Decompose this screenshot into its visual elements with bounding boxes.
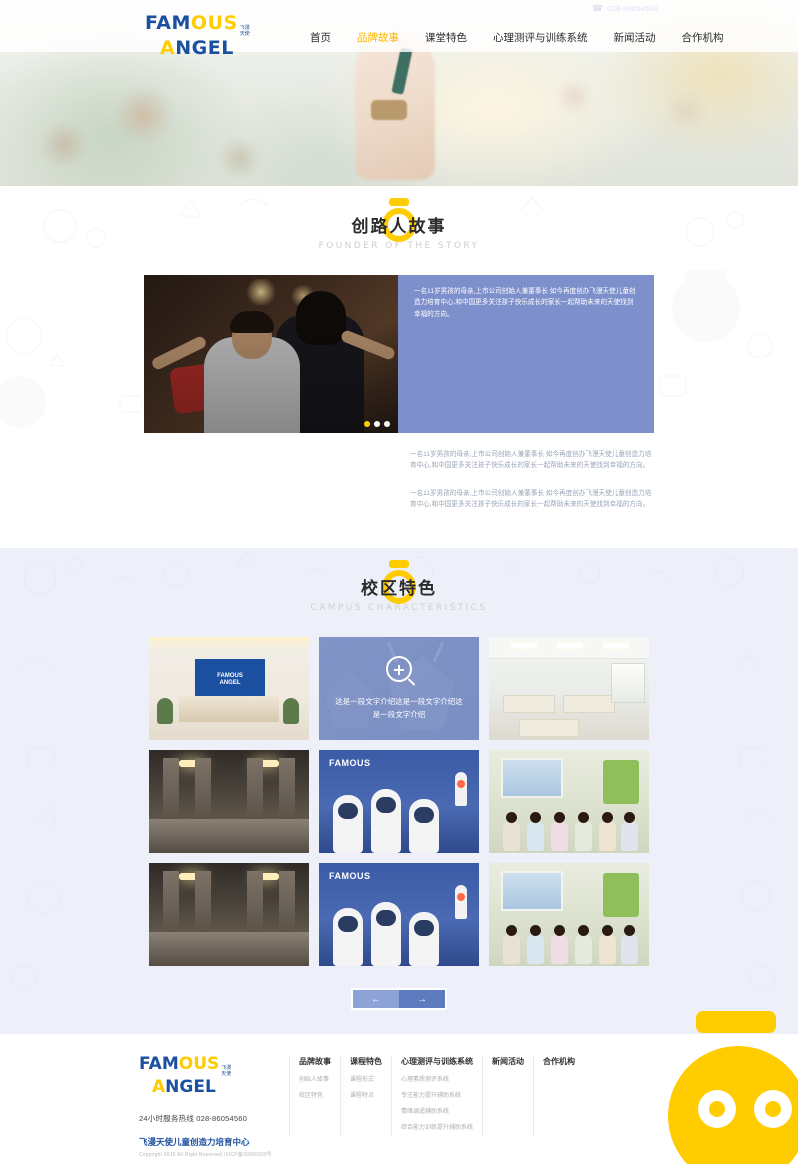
- nav-item-brand-story[interactable]: 品牌故事: [357, 30, 399, 45]
- founder-story-section: 创路人故事 FOUNDER OF THE STORY 一名11岁男孩的母亲,上市…: [0, 186, 798, 549]
- campus-cell-corridor[interactable]: [149, 750, 309, 854]
- footer-column-psych-system: 心理测评与训练系统 心理素质测评系统 专注能力提升辅助系统 情绪调适辅助系统 综…: [391, 1056, 482, 1137]
- footer-column-title[interactable]: 课程特色: [350, 1056, 382, 1067]
- footer-column-news: 新闻活动: [482, 1056, 533, 1137]
- footer-company-name: 飞漫天使儿童创造力培育中心: [139, 1136, 250, 1147]
- footer-logo-fam: FAM: [139, 1054, 179, 1075]
- story-paragraph-1: 一名11岁男孩的母亲,上市公司创始人兼董事长 如今再度创办飞漫天使儿童创造力培育…: [414, 288, 636, 318]
- nav-item-class-features[interactable]: 课堂特色: [425, 30, 467, 45]
- logo-fam: FAM: [145, 12, 191, 34]
- footer-logo[interactable]: FAM OUS 飞漫 天使 ANGEL: [139, 1056, 289, 1097]
- founder-photo[interactable]: [144, 275, 398, 433]
- hero-banner: ☎ 028-86054560 FAMOUS 飞漫天使 ANGEL 首页 品牌故事…: [0, 0, 798, 186]
- story-paragraph-2: 一名11岁男孩的母亲,上市公司创始人兼董事长 如今再度创办飞漫天使儿童创造力培育…: [410, 451, 652, 470]
- slider-dots[interactable]: [364, 421, 390, 427]
- campus-cell-corridor-2[interactable]: [149, 863, 309, 967]
- footer-logo-ngel: NGEL: [165, 1076, 216, 1097]
- footer-logo-triangle-a: A: [152, 1076, 166, 1097]
- story-subtitle: FOUNDER OF THE STORY: [318, 241, 480, 251]
- campus-cell-caption: 这是一段文字介绍这是一段文字介绍这是一段文字介绍: [335, 697, 463, 719]
- footer-brand: FAM OUS 飞漫 天使 ANGEL 24小时服务热线 028-86054560 …: [139, 1056, 289, 1158]
- campus-cell-hover-overlay[interactable]: 这是一段文字介绍这是一段文字介绍这是一段文字介绍: [319, 637, 479, 741]
- campus-subtitle: CAMPUS CHARACTERISTICS: [310, 603, 488, 614]
- pagination-next-button[interactable]: →: [399, 990, 445, 1009]
- footer-column-course-features: 课程特色 课程形式 课程特点: [340, 1056, 391, 1137]
- campus-cell-children-activity[interactable]: [489, 750, 649, 854]
- hero-watch-image: [371, 100, 407, 120]
- campus-cell-classroom[interactable]: [489, 637, 649, 741]
- footer-link[interactable]: 专注能力提升辅助系统: [401, 1090, 473, 1099]
- campus-pagination[interactable]: ← →: [351, 988, 447, 1011]
- footer-logo-ous: OUS: [178, 1054, 220, 1075]
- footer-column-title[interactable]: 心理测评与训练系统: [401, 1056, 473, 1067]
- footer-link[interactable]: 情绪调适辅助系统: [401, 1106, 473, 1115]
- story-section-heading: 创路人故事 FOUNDER OF THE STORY: [0, 186, 798, 251]
- slider-dot-3[interactable]: [384, 421, 390, 427]
- campus-cell-astronaut-wall-2[interactable]: FAMOUS: [319, 863, 479, 967]
- nav-item-psych-system[interactable]: 心理测评与训练系统: [493, 30, 588, 45]
- campus-characteristics-section: 校区特色 CAMPUS CHARACTERISTICS FAMOUS ANGEL …: [0, 548, 798, 1035]
- campus-cell-astronaut-wall[interactable]: FAMOUS: [319, 750, 479, 854]
- site-logo[interactable]: FAM OUS 飞漫 天使 ANGEL: [145, 14, 255, 59]
- slider-dot-1[interactable]: [364, 421, 370, 427]
- logo-chinese-sub: 飞漫 天使: [239, 25, 250, 37]
- footer-link[interactable]: 创始人故事: [299, 1074, 331, 1083]
- campus-cell-children-activity-2[interactable]: [489, 863, 649, 967]
- footer-link[interactable]: 综合能力训练提升辅助系统: [401, 1122, 473, 1131]
- story-title: 创路人故事: [351, 217, 447, 236]
- footer-link[interactable]: 课程形式: [350, 1074, 382, 1083]
- footer-column-title[interactable]: 合作机构: [543, 1056, 575, 1067]
- magnifier-plus-icon: [386, 656, 416, 687]
- footer-link[interactable]: 校区特色: [299, 1090, 331, 1099]
- campus-section-heading: 校区特色 CAMPUS CHARACTERISTICS: [0, 548, 798, 613]
- campus-title: 校区特色: [361, 579, 437, 599]
- story-paragraph-3: 一名11岁男孩的母亲,上市公司创始人兼董事长 如今再度创办飞漫天使儿童创造力培育…: [410, 489, 652, 508]
- footer-column-title[interactable]: 品牌故事: [299, 1056, 331, 1067]
- site-footer: FAM OUS 飞漫 天使 ANGEL 24小时服务热线 028-86054560 …: [0, 1034, 798, 1164]
- footer-link-columns: 品牌故事 创始人故事 校区特色 课程特色 课程形式 课程特点 心理测评与训练系统…: [289, 1056, 659, 1137]
- founder-story-panel: 一名11岁男孩的母亲,上市公司创始人兼董事长 如今再度创办飞漫天使儿童创造力培育…: [398, 275, 654, 433]
- nav-item-partners[interactable]: 合作机构: [682, 30, 724, 45]
- logo-triangle-a: A: [160, 36, 176, 59]
- footer-column-partners: 合作机构: [533, 1056, 584, 1137]
- footer-logo-chinese-sub: 飞漫 天使: [221, 1065, 232, 1078]
- footer-link[interactable]: 课程特点: [350, 1090, 382, 1099]
- footer-column-brand-story: 品牌故事 创始人故事 校区特色: [289, 1056, 340, 1137]
- logo-ngel: NGEL: [175, 36, 234, 59]
- nav-item-home[interactable]: 首页: [310, 30, 331, 45]
- footer-copyright: Copyright 2016 All Right Reserved 川ICP备0…: [139, 1151, 273, 1158]
- campus-cell-deer-mural[interactable]: 这是一段文字介绍这是一段文字介绍这是一段文字介绍: [319, 637, 479, 741]
- footer-hotline: 24小时服务热线 028-86054560: [139, 1113, 248, 1123]
- footer-link[interactable]: 心理素质测评系统: [401, 1074, 473, 1083]
- logo-ous: OUS: [190, 12, 238, 34]
- footer-column-title[interactable]: 新闻活动: [492, 1056, 524, 1067]
- main-navigation[interactable]: 首页 品牌故事 课堂特色 心理测评与训练系统 新闻活动 合作机构: [310, 30, 724, 45]
- campus-cell-reception-lobby[interactable]: FAMOUS ANGEL: [149, 637, 309, 741]
- slider-dot-2[interactable]: [374, 421, 380, 427]
- pagination-prev-button[interactable]: ←: [353, 990, 399, 1009]
- nav-item-news[interactable]: 新闻活动: [614, 30, 656, 45]
- campus-photo-grid: FAMOUS ANGEL 这是一段文字介绍这是一段文字介绍这是一段文字介绍 FA…: [149, 637, 649, 967]
